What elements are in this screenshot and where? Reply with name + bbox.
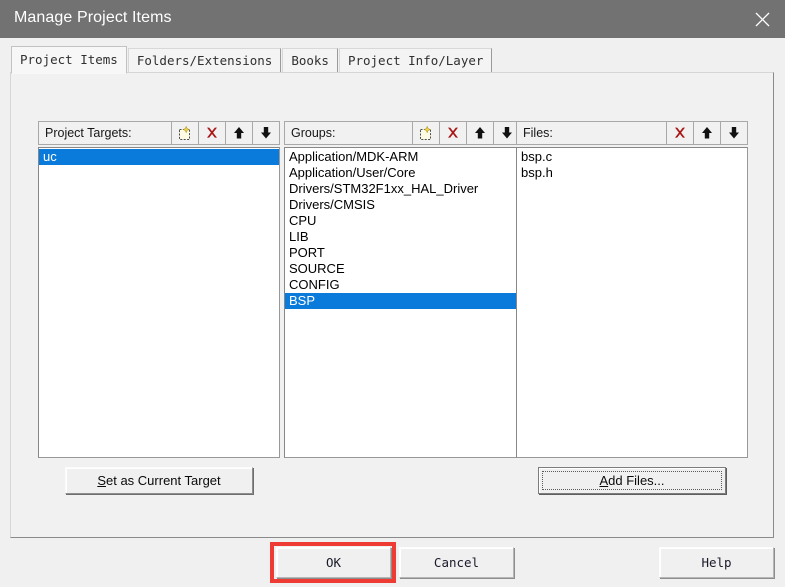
list-item[interactable]: PORT (285, 245, 520, 261)
arrow-up-icon (232, 125, 246, 141)
move-target-up-button[interactable] (225, 122, 252, 144)
list-item[interactable]: Application/User/Core (285, 165, 520, 181)
cancel-button[interactable]: Cancel (399, 547, 514, 578)
files-toolbar (666, 122, 747, 144)
list-item[interactable]: BSP (285, 293, 520, 309)
list-item[interactable]: uc (39, 149, 279, 165)
set-as-current-target-button[interactable]: Set as Current Target (65, 467, 253, 494)
set-as-current-target-rest: et as Current Target (106, 473, 221, 488)
add-files-button[interactable]: Add Files... (538, 467, 726, 494)
window-title: Manage Project Items (14, 9, 172, 26)
list-item[interactable]: Drivers/CMSIS (285, 197, 520, 213)
new-item-icon (418, 125, 434, 141)
close-window-button[interactable] (739, 0, 785, 38)
groups-header: Groups: (284, 121, 521, 145)
arrow-up-icon (473, 125, 487, 141)
groups-label: Groups: (291, 126, 336, 140)
groups-list[interactable]: Application/MDK-ARM Application/User/Cor… (284, 147, 521, 458)
list-item[interactable]: SOURCE (285, 261, 520, 277)
arrow-down-icon (500, 125, 514, 141)
delete-file-button[interactable] (666, 122, 693, 144)
tab-project-info-layer[interactable]: Project Info/Layer (338, 48, 493, 73)
arrow-down-icon (727, 125, 741, 141)
add-files-rest: dd Files... (608, 473, 665, 488)
list-item[interactable]: Drivers/STM32F1xx_HAL_Driver (285, 181, 520, 197)
arrow-up-icon (700, 125, 714, 141)
title-bar: Manage Project Items (0, 0, 785, 38)
list-item[interactable]: CPU (285, 213, 520, 229)
move-file-down-button[interactable] (720, 122, 747, 144)
project-targets-header: Project Targets: (38, 121, 280, 145)
move-target-down-button[interactable] (252, 122, 279, 144)
list-item[interactable]: CONFIG (285, 277, 520, 293)
list-item[interactable]: Application/MDK-ARM (285, 149, 520, 165)
project-targets-toolbar (171, 122, 279, 144)
tab-project-items[interactable]: Project Items (11, 46, 127, 74)
add-files-label: Add Files... (599, 473, 664, 488)
ok-button[interactable]: OK (276, 547, 391, 578)
arrow-down-icon (259, 125, 273, 141)
files-label: Files: (523, 126, 553, 140)
delete-x-icon (672, 125, 688, 141)
set-as-current-target-label: Set as Current Target (97, 473, 220, 488)
help-button[interactable]: Help (659, 547, 774, 578)
manage-project-items-dialog: Manage Project Items Project Items Folde… (0, 0, 785, 587)
close-icon (755, 12, 770, 27)
files-list[interactable]: bsp.c bsp.h (516, 147, 748, 458)
delete-target-button[interactable] (198, 122, 225, 144)
new-group-button[interactable] (412, 122, 439, 144)
delete-x-icon (445, 125, 461, 141)
tab-folders-extensions[interactable]: Folders/Extensions (127, 48, 282, 73)
list-item[interactable]: bsp.h (517, 165, 747, 181)
list-item[interactable]: bsp.c (517, 149, 747, 165)
move-group-up-button[interactable] (466, 122, 493, 144)
new-target-button[interactable] (171, 122, 198, 144)
delete-group-button[interactable] (439, 122, 466, 144)
set-as-current-target-mnemonic: S (97, 473, 106, 488)
new-item-icon (177, 125, 193, 141)
project-targets-label: Project Targets: (45, 126, 132, 140)
project-targets-list[interactable]: uc (38, 147, 280, 458)
move-file-up-button[interactable] (693, 122, 720, 144)
dialog-button-bar: OK Cancel Help (0, 538, 785, 587)
add-files-mnemonic: A (599, 473, 609, 488)
files-header: Files: (516, 121, 748, 145)
list-item[interactable]: LIB (285, 229, 520, 245)
tab-strip: Project Items Folders/Extensions Books P… (11, 46, 493, 74)
tab-books[interactable]: Books (282, 48, 338, 73)
delete-x-icon (204, 125, 220, 141)
tab-page-project-items: Project Targets: uc Groups: Application/… (10, 72, 774, 538)
groups-toolbar (412, 122, 520, 144)
